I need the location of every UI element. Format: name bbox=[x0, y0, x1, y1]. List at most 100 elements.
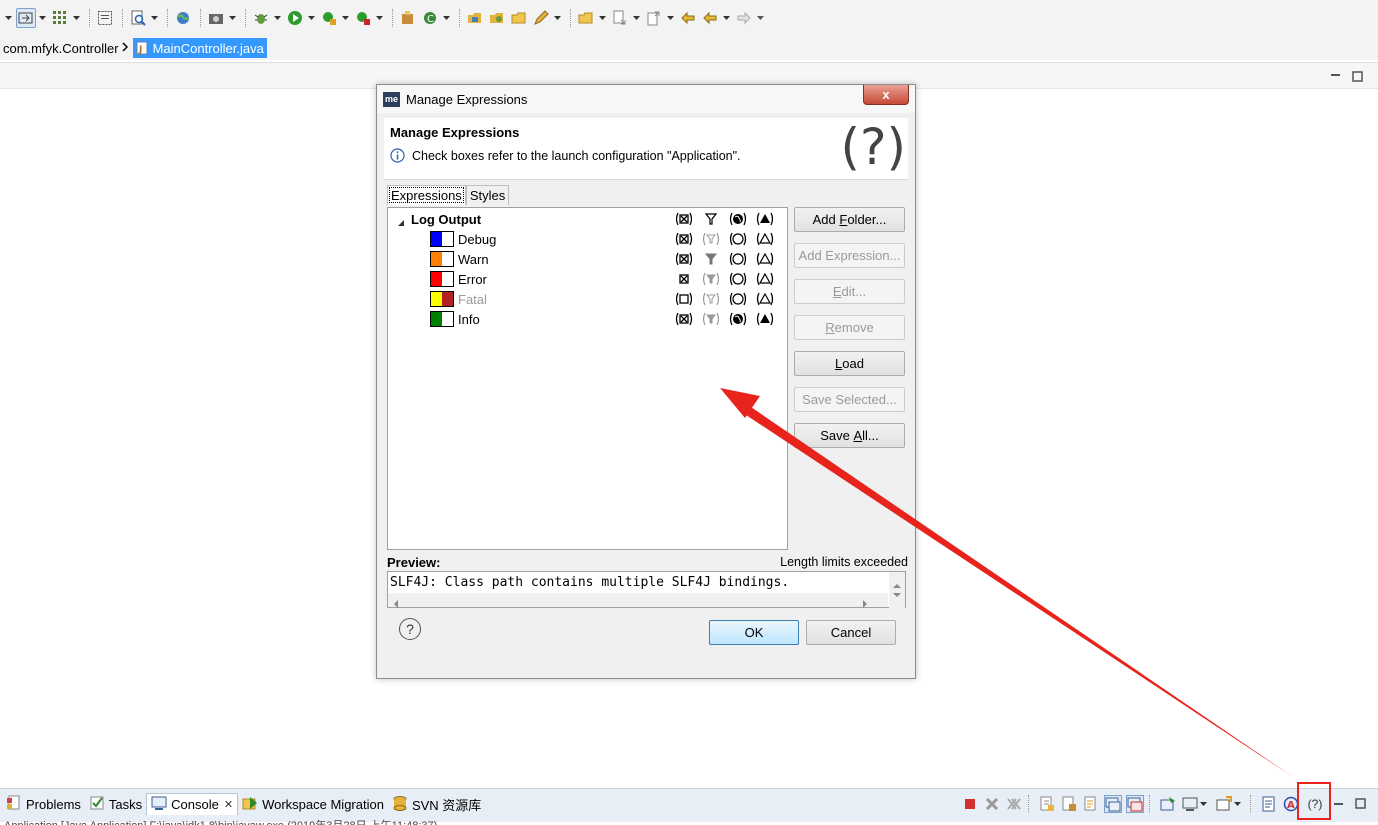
new-class-icon[interactable]: C bbox=[420, 8, 440, 28]
chevron-down-icon[interactable] bbox=[598, 8, 606, 28]
add-expression-button[interactable]: Add Expression... bbox=[794, 243, 905, 268]
tree-row-error[interactable]: Error bbox=[388, 269, 787, 289]
filter-disabled-icon[interactable] bbox=[702, 271, 720, 287]
chevron-down-icon[interactable] bbox=[150, 8, 158, 28]
clear-console-icon[interactable] bbox=[1038, 795, 1056, 813]
quick-filter-unchecked-icon[interactable] bbox=[675, 291, 693, 307]
scroll-left-icon[interactable] bbox=[394, 596, 399, 611]
tab-workspace-migration[interactable]: Workspace Migration bbox=[238, 793, 388, 815]
tab-svn-repositories[interactable]: SVN 资源库 bbox=[388, 793, 485, 815]
chevron-down-icon[interactable] bbox=[442, 8, 450, 28]
chevron-down-icon[interactable] bbox=[553, 8, 561, 28]
run-icon[interactable] bbox=[285, 8, 305, 28]
quick-filter-checked-icon[interactable] bbox=[675, 211, 693, 227]
tree-row-log-output[interactable]: Log Output bbox=[388, 209, 787, 229]
search-icon[interactable] bbox=[128, 8, 148, 28]
notification-empty-icon[interactable] bbox=[756, 291, 774, 307]
tree-row-debug[interactable]: Debug bbox=[388, 229, 787, 249]
console-properties-icon[interactable] bbox=[1260, 795, 1278, 813]
dialog-close-button[interactable]: x bbox=[863, 85, 909, 105]
forward-icon[interactable] bbox=[734, 8, 754, 28]
style-empty-icon[interactable] bbox=[729, 231, 747, 247]
help-button[interactable]: ? bbox=[399, 618, 421, 640]
breadcrumb-file[interactable]: J MainController.java bbox=[132, 38, 267, 58]
filter-disabled-icon[interactable] bbox=[702, 231, 720, 247]
notification-filled-icon[interactable] bbox=[756, 311, 774, 327]
show-whitespace-icon[interactable] bbox=[95, 8, 115, 28]
coverage-icon[interactable] bbox=[319, 8, 339, 28]
chevron-down-icon[interactable] bbox=[666, 8, 674, 28]
notification-empty-icon[interactable] bbox=[756, 271, 774, 287]
tab-problems[interactable]: Problems bbox=[2, 793, 85, 815]
previous-annotation-icon[interactable] bbox=[644, 8, 664, 28]
chevron-down-icon[interactable] bbox=[756, 8, 764, 28]
globe-icon[interactable] bbox=[173, 8, 193, 28]
tab-styles[interactable]: Styles bbox=[465, 185, 510, 205]
tab-tasks[interactable]: Tasks bbox=[85, 793, 146, 815]
filter-disabled-icon[interactable] bbox=[702, 291, 720, 307]
remove-launch-icon[interactable] bbox=[983, 795, 1001, 813]
scroll-right-icon[interactable] bbox=[863, 596, 868, 611]
chevron-down-icon[interactable] bbox=[72, 8, 80, 28]
chevron-down-icon[interactable] bbox=[307, 8, 315, 28]
tab-expressions[interactable]: Expressions bbox=[387, 185, 466, 205]
save-selected-button[interactable]: Save Selected... bbox=[794, 387, 905, 412]
open-task-icon[interactable] bbox=[487, 8, 507, 28]
style-empty-icon[interactable] bbox=[729, 251, 747, 267]
display-console-icon[interactable] bbox=[1181, 795, 1199, 813]
chevron-down-icon[interactable] bbox=[4, 8, 12, 28]
scroll-down-icon[interactable] bbox=[893, 586, 901, 601]
tab-console[interactable]: Console ✕ bbox=[146, 793, 239, 815]
style-empty-icon[interactable] bbox=[729, 291, 747, 307]
show-console-on-output-icon[interactable] bbox=[1104, 795, 1122, 813]
chevron-down-icon[interactable] bbox=[38, 8, 46, 28]
style-globe-icon[interactable] bbox=[729, 211, 747, 227]
preview-vertical-scrollbar[interactable] bbox=[889, 572, 905, 609]
filter-icon[interactable] bbox=[702, 211, 720, 227]
preview-textarea[interactable]: SLF4J: Class path contains multiple SLF4… bbox=[387, 571, 906, 609]
quick-filter-checked-icon[interactable] bbox=[675, 231, 693, 247]
word-wrap-icon[interactable] bbox=[1082, 795, 1100, 813]
open-type-icon[interactable] bbox=[465, 8, 485, 28]
chevron-down-icon[interactable] bbox=[1233, 794, 1241, 814]
tree-row-fatal[interactable]: Fatal bbox=[388, 289, 787, 309]
remove-button[interactable]: Remove bbox=[794, 315, 905, 340]
folder-icon[interactable] bbox=[509, 8, 529, 28]
style-empty-icon[interactable] bbox=[729, 271, 747, 287]
scroll-lock-icon[interactable] bbox=[1060, 795, 1078, 813]
chevron-right-icon[interactable] bbox=[122, 41, 128, 55]
chevron-down-icon[interactable] bbox=[632, 8, 640, 28]
show-console-on-error-icon[interactable] bbox=[1126, 795, 1144, 813]
checkbox-checked-icon[interactable] bbox=[675, 271, 693, 287]
maximize-icon[interactable] bbox=[1352, 71, 1364, 83]
new-package-icon[interactable] bbox=[398, 8, 418, 28]
filter-icon[interactable] bbox=[702, 251, 720, 267]
preview-horizontal-scrollbar[interactable] bbox=[388, 593, 888, 608]
expressions-tree[interactable]: Log Output Debug Warn Error Fatal Info bbox=[387, 207, 788, 550]
chevron-down-icon[interactable] bbox=[722, 8, 730, 28]
add-folder-button[interactable]: Add Folder... bbox=[794, 207, 905, 232]
maximize-icon[interactable] bbox=[1352, 795, 1370, 813]
chevron-down-icon[interactable] bbox=[228, 8, 236, 28]
terminate-icon[interactable] bbox=[961, 795, 979, 813]
notification-empty-icon[interactable] bbox=[756, 251, 774, 267]
remove-all-launches-icon[interactable] bbox=[1005, 795, 1023, 813]
minimize-icon[interactable] bbox=[1330, 69, 1342, 81]
toggle-breadcrumb-button[interactable] bbox=[16, 8, 36, 28]
breadcrumb-package[interactable]: com.mfyk.Controller bbox=[3, 41, 119, 56]
collapse-icon[interactable] bbox=[397, 215, 405, 230]
chevron-down-icon[interactable] bbox=[375, 8, 383, 28]
chevron-down-icon[interactable] bbox=[341, 8, 349, 28]
chevron-down-icon[interactable] bbox=[1199, 794, 1207, 814]
open-folder-icon[interactable] bbox=[576, 8, 596, 28]
grid-icon[interactable] bbox=[50, 8, 70, 28]
open-console-icon[interactable] bbox=[1215, 795, 1233, 813]
minimize-icon[interactable] bbox=[1330, 795, 1348, 813]
chevron-down-icon[interactable] bbox=[273, 8, 281, 28]
quick-filter-checked-icon[interactable] bbox=[675, 251, 693, 267]
style-globe-icon[interactable] bbox=[729, 311, 747, 327]
cancel-button[interactable]: Cancel bbox=[806, 620, 896, 645]
load-button[interactable]: Load bbox=[794, 351, 905, 376]
last-edit-icon[interactable] bbox=[678, 8, 698, 28]
filter-disabled-icon[interactable] bbox=[702, 311, 720, 327]
